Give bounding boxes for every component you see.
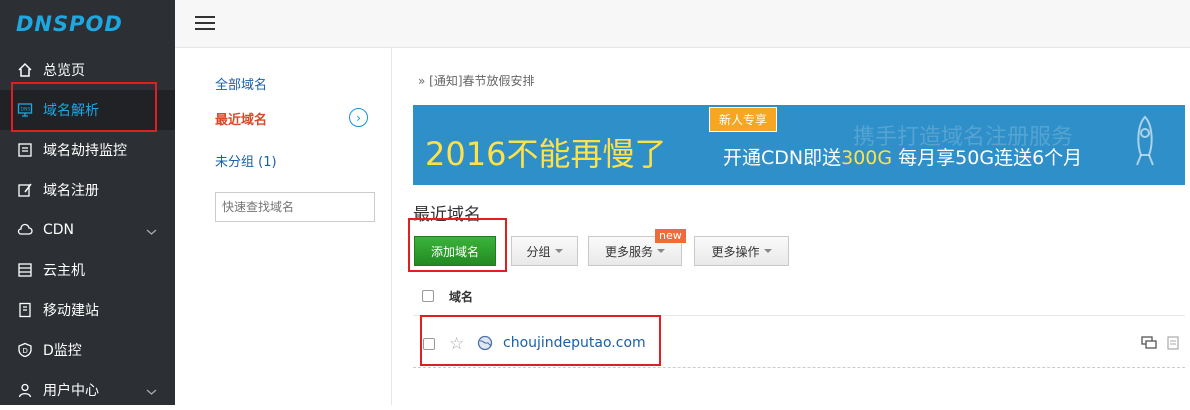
caret-down-icon [657, 249, 665, 253]
logo[interactable]: DNSPOD [0, 0, 175, 48]
new-badge: new [655, 229, 686, 243]
more-actions-button[interactable]: 更多操作 [694, 236, 789, 266]
sidebar: DNSPOD 总览页 DNS 域名解析 域名劫持监控 域名注册 CDN 云主机 … [0, 0, 175, 405]
row-actions [1141, 336, 1179, 350]
banner-offer: 开通CDN即送300G 每月享50G连送6个月 [723, 147, 1083, 169]
promo-banner[interactable]: 携手打造域名注册服务 新人专享 2016不能再慢了 开通CDN即送300G 每月… [413, 105, 1185, 185]
highlight-box [408, 218, 507, 272]
user-icon [16, 381, 34, 399]
sidebar-item-d-monitor[interactable]: D D监控 [0, 330, 175, 370]
group-button[interactable]: 分组 [511, 236, 578, 266]
banner-tag: 新人专享 [709, 107, 778, 132]
monitor-list-icon [16, 141, 34, 159]
home-icon [16, 61, 34, 79]
monitor-icon[interactable] [1141, 336, 1157, 350]
top-bar [175, 0, 1190, 48]
chevron-down-icon [146, 384, 157, 400]
sidebar-item-label: 移动建站 [43, 303, 99, 319]
rocket-icon [1136, 115, 1154, 166]
mobile-site-icon [16, 301, 34, 319]
document-icon[interactable] [1167, 336, 1179, 350]
subnav-all-domains[interactable]: 全部域名 [215, 74, 267, 93]
notice-link[interactable]: » [通知]春节放假安排 [418, 72, 535, 89]
sidebar-item-label: 域名劫持监控 [43, 143, 127, 159]
table-header: 域名 [413, 280, 1185, 316]
highlight-box [420, 315, 661, 366]
notice-text: [通知]春节放假安排 [429, 74, 535, 88]
sidebar-item-cloud-server[interactable]: 云主机 [0, 250, 175, 290]
domain-group-panel: 全部域名 最近域名 › 未分组 (1) [175, 48, 392, 405]
server-icon [16, 261, 34, 279]
edit-doc-icon [16, 181, 34, 199]
chevron-right-icon[interactable]: › [349, 108, 368, 127]
caret-down-icon [763, 249, 772, 253]
sidebar-item-label: 域名注册 [43, 183, 99, 199]
sidebar-item-mobile-site[interactable]: 移动建站 [0, 290, 175, 330]
search-input[interactable] [215, 192, 375, 222]
sidebar-item-label: D监控 [43, 343, 82, 359]
cloud-icon [16, 221, 34, 239]
column-header-domain: 域名 [449, 290, 474, 304]
svg-text:D: D [23, 347, 28, 355]
notice-prefix: » [418, 74, 426, 88]
sidebar-item-label: 总览页 [43, 63, 85, 79]
sidebar-item-hijack-monitor[interactable]: 域名劫持监控 [0, 130, 175, 170]
shield-d-icon: D [16, 341, 34, 359]
subnav-ungrouped[interactable]: 未分组 (1) [215, 151, 277, 170]
caret-down-icon [554, 249, 563, 253]
sidebar-item-cdn[interactable]: CDN [0, 210, 175, 250]
subnav-recent-domains[interactable]: 最近域名 [215, 109, 267, 128]
sidebar-item-domain-register[interactable]: 域名注册 [0, 170, 175, 210]
select-all-checkbox[interactable] [422, 290, 434, 302]
menu-icon[interactable] [195, 16, 215, 30]
sidebar-item-label: 云主机 [43, 263, 85, 279]
banner-headline: 2016不能再慢了 [425, 135, 667, 173]
sidebar-item-label: CDN [43, 222, 75, 238]
sidebar-item-user-center[interactable]: 用户中心 [0, 370, 175, 410]
highlight-box [11, 82, 157, 132]
sidebar-item-label: 用户中心 [43, 383, 99, 399]
chevron-down-icon [146, 224, 157, 240]
